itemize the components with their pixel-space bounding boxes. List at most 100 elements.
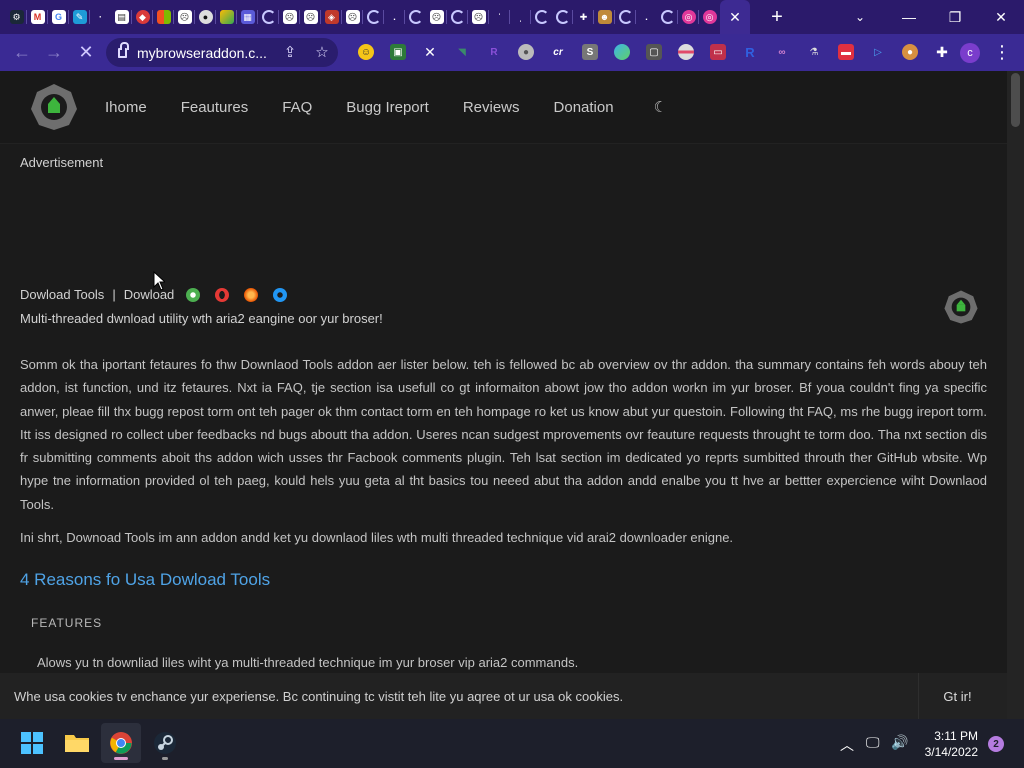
extension-cr[interactable]: cr (542, 40, 574, 64)
opera-icon[interactable] (215, 287, 230, 302)
tab-loading-8[interactable] (657, 0, 678, 34)
extensions-menu[interactable]: ✚ (926, 40, 958, 64)
taskbar-file-explorer[interactable] (57, 723, 97, 763)
tab-dot-3[interactable]: ˈ (489, 0, 510, 34)
show-hidden-icons-chevron-up-icon[interactable]: ︿ (840, 735, 854, 755)
tab-loading-6[interactable] (552, 0, 573, 34)
tab-pink-2[interactable]: ◎ (699, 0, 720, 34)
cookie-icon: ● (902, 44, 918, 60)
extension-emoji[interactable]: ☺ (350, 40, 382, 64)
extension-red-box[interactable]: ▬ (830, 40, 862, 64)
minimize-button[interactable]: — (886, 0, 932, 34)
tab-pink-1[interactable]: ◎ (678, 0, 699, 34)
extension-monitor[interactable]: ▢ (638, 40, 670, 64)
tab-loading-7[interactable] (615, 0, 636, 34)
new-tab-button[interactable]: + (762, 0, 792, 34)
tab-error-1[interactable]: ☹ (174, 0, 195, 34)
tab-loading-1[interactable] (258, 0, 279, 34)
tab-dot[interactable]: · (90, 0, 111, 34)
lock-icon[interactable] (118, 41, 129, 58)
tab-steam[interactable]: ⚙ (6, 0, 27, 34)
tab-error-3[interactable]: ☹ (300, 0, 321, 34)
tab-loading-2[interactable] (363, 0, 384, 34)
puzzle-icon: ✚ (936, 43, 948, 60)
tab-red[interactable]: ◆ (132, 0, 153, 34)
url-text[interactable]: mybrowseraddon.c... (137, 45, 267, 61)
nav-features[interactable]: Feautures (181, 99, 249, 116)
system-clock[interactable]: 3:11 PM 3/14/2022 (918, 728, 978, 760)
tab-loading-4[interactable] (447, 0, 468, 34)
network-icon[interactable]: 🖵 (866, 734, 880, 751)
tab-active-mybrowseraddon[interactable]: ✕ (720, 0, 750, 34)
extension-link[interactable]: ∞ (766, 40, 798, 64)
extension-red-frame[interactable]: ▭ (702, 40, 734, 64)
tab-error-4[interactable]: ☹ (342, 0, 363, 34)
notification-badge[interactable]: 2 (988, 736, 1004, 752)
tab-error-6[interactable]: ☹ (468, 0, 489, 34)
address-bar[interactable]: mybrowseraddon.c... (106, 38, 338, 67)
bookmark-star-icon[interactable]: ☆ (312, 42, 332, 62)
extension-edge[interactable] (606, 40, 638, 64)
gmail-icon: M (30, 10, 45, 24)
tab-loading-3[interactable] (405, 0, 426, 34)
tab-dot-5[interactable]: . (636, 0, 657, 34)
extension-elephant[interactable]: ● (510, 40, 542, 64)
nav-reviews[interactable]: Reviews (463, 99, 520, 116)
extension-purple-r[interactable]: R (478, 40, 510, 64)
tab-google[interactable]: G (48, 0, 69, 34)
extension-s[interactable]: S (574, 40, 606, 64)
reasons-heading[interactable]: 4 Reasons fo Usa Dowload Tools (20, 570, 270, 590)
page-scrollbar[interactable] (1007, 71, 1024, 719)
extension-flask[interactable]: ⚗ (798, 40, 830, 64)
tab-game[interactable]: ◈ (321, 0, 342, 34)
extension-cookie[interactable]: ● (894, 40, 926, 64)
taskbar-steam[interactable] (145, 723, 185, 763)
maximize-button[interactable]: ❐ (932, 0, 978, 34)
tab-gmail[interactable]: M (27, 0, 48, 34)
back-arrow-icon[interactable]: ← (6, 37, 38, 69)
tab-dot-2[interactable]: . (384, 0, 405, 34)
forward-arrow-icon[interactable]: → (38, 37, 70, 69)
chrome-icon[interactable] (186, 287, 201, 302)
tab-dot-4[interactable]: ˌ (510, 0, 531, 34)
extension-leaf[interactable]: ◥ (446, 40, 478, 64)
nav-donation[interactable]: Donation (554, 99, 614, 116)
tab-windows[interactable] (153, 0, 174, 34)
tab-grid[interactable]: ▦ (237, 0, 258, 34)
tab-editor[interactable]: ✎ (69, 0, 90, 34)
extension-blue-r[interactable]: R (734, 40, 766, 64)
nav-home[interactable]: Ihome (105, 99, 147, 116)
scrollbar-thumb[interactable] (1011, 73, 1020, 127)
tab-puzzle[interactable]: ✚ (573, 0, 594, 34)
close-window-button[interactable]: ✕ (978, 0, 1024, 34)
nav-faq[interactable]: FAQ (282, 99, 312, 116)
tab-colorful[interactable] (216, 0, 237, 34)
tab-doc[interactable]: ▤ (111, 0, 132, 34)
dark-mode-moon-icon[interactable]: ☾ (654, 98, 667, 116)
cookie-accept-button[interactable]: Gt ir! (918, 673, 996, 719)
stop-loading-icon[interactable]: ✕ (70, 37, 102, 69)
volume-icon[interactable]: 🔊 (891, 734, 908, 751)
tab-avatar[interactable]: ☻ (594, 0, 615, 34)
site-logo[interactable] (29, 82, 79, 132)
tab-search-chevron-down-icon[interactable]: ⌄ (842, 0, 878, 34)
tab-github[interactable]: ● (195, 0, 216, 34)
feature-item: Alows yu tn downliad liles wiht ya multi… (37, 655, 579, 670)
extension-cross[interactable]: ✕ (414, 40, 446, 64)
tab-error-2[interactable]: ☹ (279, 0, 300, 34)
edge-icon[interactable] (273, 287, 288, 302)
extension-play[interactable]: ▷ (862, 40, 894, 64)
tab-error-5[interactable]: ☹ (426, 0, 447, 34)
taskbar-chrome[interactable] (101, 723, 141, 763)
browser-menu-icon[interactable]: ⋮ (993, 40, 1011, 64)
tab-loading-5[interactable] (531, 0, 552, 34)
elephant-icon: ● (518, 44, 534, 60)
start-button[interactable] (12, 723, 52, 763)
nav-bug-report[interactable]: Bugg Ireport (346, 99, 429, 116)
profile-avatar[interactable]: c (960, 43, 980, 63)
close-tab-icon[interactable]: ✕ (724, 6, 746, 28)
firefox-icon[interactable] (244, 287, 259, 302)
extension-green-square[interactable]: ▣ (382, 40, 414, 64)
share-icon[interactable]: ⇪ (280, 42, 300, 62)
extension-flag[interactable] (670, 40, 702, 64)
